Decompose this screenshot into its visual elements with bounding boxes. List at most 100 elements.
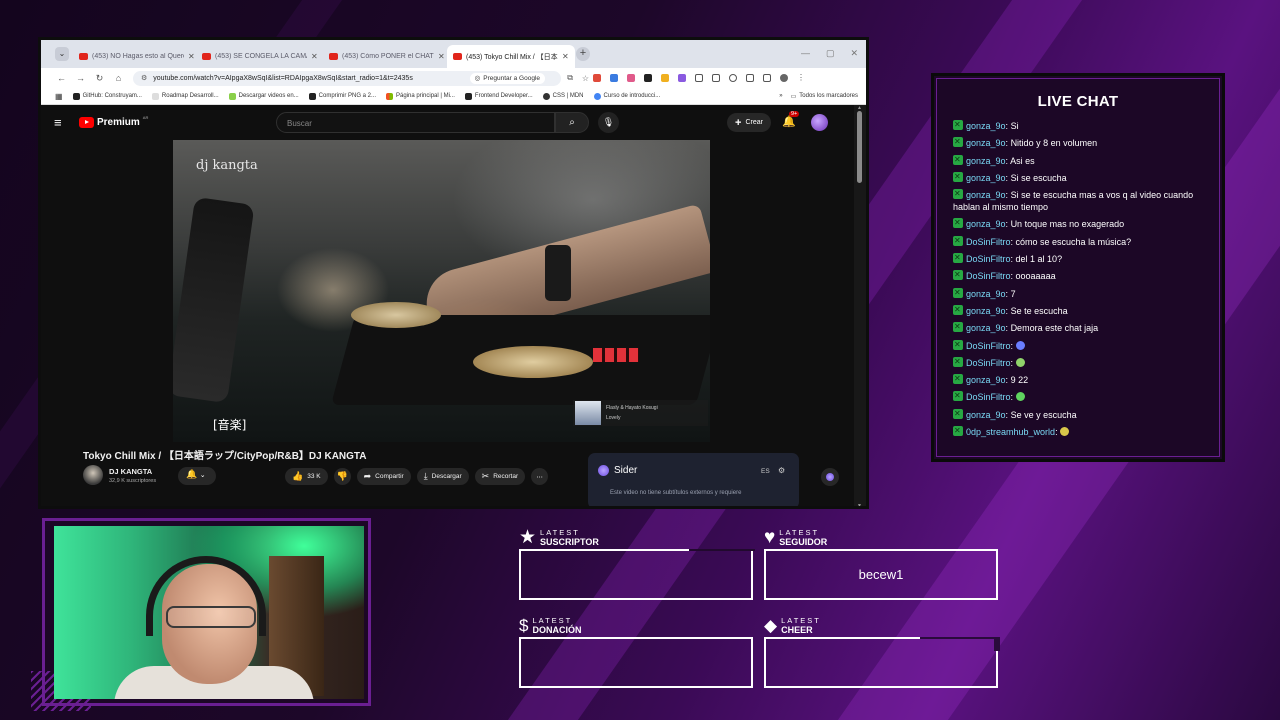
chat-username: gonza_9o (966, 305, 1006, 316)
search-input[interactable]: Buscar (276, 112, 555, 133)
channel-name[interactable]: DJ KANGTA (109, 467, 156, 476)
sider-brain-icon (598, 465, 609, 476)
chat-message: gonza_9o: Nitido y 8 en volumen (951, 136, 1221, 149)
box-gap (519, 579, 521, 600)
browser-tab[interactable]: (453) NO Hagas esto al Querer ✕ (73, 45, 201, 68)
download-button[interactable]: ⤓ Descargar (416, 468, 469, 485)
chat-text: cómo se escucha la música? (1015, 236, 1132, 247)
close-tab-icon[interactable]: ✕ (438, 52, 445, 61)
history-icon[interactable] (729, 74, 737, 82)
close-tab-icon[interactable]: ✕ (188, 52, 195, 61)
sider-language-select[interactable]: ES (761, 468, 770, 475)
browser-tab[interactable]: (453) Cómo PONER el CHAT de ✕ (323, 45, 451, 68)
chat-text: Demora este chat jaja (1010, 323, 1099, 334)
google-lens-icon: ◎ (474, 75, 481, 82)
latest-donation-widget: $ LATEST DONACIÓN (519, 617, 753, 691)
video-player[interactable]: dj kangta [音楽] Flasly & Hayato Kosugi Lo… (173, 140, 710, 442)
media-icon[interactable] (712, 74, 720, 82)
chat-message: gonza_9o: 9 22 (951, 373, 1221, 386)
chat-message: gonza_9o: Se te escucha (951, 304, 1221, 317)
voice-search-button[interactable]: 🎙 (598, 112, 619, 133)
bookmark-item[interactable]: GitHub: Construyam... (72, 92, 142, 100)
latest-value-box (519, 549, 753, 600)
extension-icon[interactable] (593, 74, 601, 82)
minimize-icon[interactable]: — (801, 48, 810, 59)
page-scrollbar[interactable]: ▲ ▼ (854, 105, 866, 506)
tab-search-button[interactable]: ⌄ (55, 47, 69, 61)
video-title: Tokyo Chill Mix / 【日本語ラップ/CityPop/R&B】DJ… (83, 451, 367, 462)
extension-icon[interactable] (661, 74, 669, 82)
bookmark-item[interactable]: Descargar videos en... (228, 92, 299, 100)
reload-icon[interactable]: ↻ (95, 73, 104, 84)
extension-icons: ⋮ (593, 74, 805, 82)
bookmarks-bar: ▦ GitHub: Construyam... Roadmap Desarrol… (41, 88, 866, 105)
site-info-icon[interactable]: ⚙ (141, 74, 147, 82)
latest-value-box: becew1 (764, 549, 998, 600)
channel-info[interactable]: DJ KANGTA 32,9 K suscriptores (83, 465, 156, 485)
video-actions: 👍 33 K 👎 ➦ Compartir ⤓ Descargar ✂ Recortar … (285, 468, 549, 485)
forward-icon[interactable]: → (76, 73, 85, 83)
back-icon[interactable]: ← (57, 73, 66, 83)
extension-icon[interactable] (627, 74, 635, 82)
close-tab-icon[interactable]: ✕ (562, 52, 569, 61)
browser-tab[interactable]: (453) SE CONGELA LA CÁMARA ✕ (196, 45, 324, 68)
sider-settings-icon[interactable]: ⚙ (778, 466, 785, 475)
apps-grid-icon[interactable]: ▦ (55, 92, 63, 101)
sidebar-icon[interactable] (763, 74, 771, 82)
like-button[interactable]: 👍 33 K (285, 468, 328, 485)
browser-tab-active[interactable]: (453) Tokyo Chill Mix / 【日本 ✕ (447, 45, 575, 68)
address-bar[interactable]: ⚙ youtube.com/watch?v=AIpgaX8wSqI&list=R… (133, 70, 589, 86)
bookmark-item[interactable]: Roadmap Desarroll... (151, 92, 219, 100)
create-button[interactable]: + Crear (727, 113, 771, 132)
profile-avatar-icon[interactable] (780, 74, 788, 82)
chat-username: DoSinFiltro (966, 392, 1011, 403)
dislike-button[interactable]: 👎 (333, 468, 351, 485)
search-button[interactable]: ⌕ (555, 112, 589, 133)
emote-icon (1015, 340, 1025, 350)
chat-username: gonza_9o (966, 138, 1006, 149)
extension-icon[interactable] (610, 74, 618, 82)
platform-badge-icon (953, 408, 963, 420)
bookmark-item[interactable]: Frontend Developer... (464, 92, 533, 100)
close-tab-icon[interactable]: ✕ (311, 52, 318, 61)
bookmark-label: CSS | MDN (552, 93, 584, 99)
ask-google-chip[interactable]: ◎ Preguntar a Google (469, 72, 545, 84)
chat-username: gonza_9o (966, 172, 1006, 183)
maximize-icon[interactable]: ▢ (826, 48, 835, 59)
sider-floating-button[interactable] (821, 468, 839, 486)
platform-badge-icon (953, 373, 963, 385)
more-actions-button[interactable]: ⋯ (531, 468, 549, 485)
extension-icon[interactable] (678, 74, 686, 82)
account-avatar[interactable] (811, 114, 828, 131)
bookmark-star-icon[interactable]: ☆ (582, 74, 589, 83)
subscription-bell-button[interactable]: 🔔 ⌄ (178, 467, 216, 485)
close-window-icon[interactable]: ✕ (850, 48, 858, 59)
clip-button[interactable]: ✂ Recortar (474, 468, 526, 485)
youtube-logo[interactable]: Premium AR (79, 115, 148, 128)
bookmark-item[interactable]: Comprimir PNG a 2... (308, 92, 376, 100)
hamburger-menu-icon[interactable]: ≡ (54, 115, 62, 130)
share-button[interactable]: ➦ Compartir (356, 468, 411, 485)
video-scene-pads (593, 348, 639, 362)
all-bookmarks-folder[interactable]: ▭ Todos los marcadores (791, 93, 858, 100)
more-menu-icon[interactable]: ⋮ (797, 74, 805, 82)
bookmark-item[interactable]: Curso de introducci... (593, 92, 660, 100)
bookmark-item[interactable]: CSS | MDN (542, 92, 584, 100)
platform-badge-icon (953, 235, 963, 247)
sider-note: Este video no tiene subtítulos externos … (610, 490, 742, 496)
install-app-icon[interactable]: ⧉ (567, 73, 573, 83)
notification-count-badge: 9+ (789, 111, 800, 117)
extensions-puzzle-icon[interactable] (695, 74, 703, 82)
scroll-down-icon[interactable]: ▼ (857, 503, 862, 506)
trash-icon[interactable] (746, 74, 754, 82)
more-bookmarks-icon[interactable]: » (779, 93, 782, 100)
home-icon[interactable]: ⌂ (114, 73, 123, 83)
new-tab-button[interactable]: + (576, 47, 590, 61)
platform-badge-icon (953, 252, 963, 264)
chat-message: DoSinFiltro: (951, 356, 1221, 369)
channel-avatar[interactable] (83, 465, 103, 485)
scrollbar-thumb[interactable] (857, 111, 862, 183)
bookmark-item[interactable]: Página principal | Mi... (386, 92, 455, 100)
emote-icon (1015, 357, 1025, 367)
extension-icon[interactable] (644, 74, 652, 82)
